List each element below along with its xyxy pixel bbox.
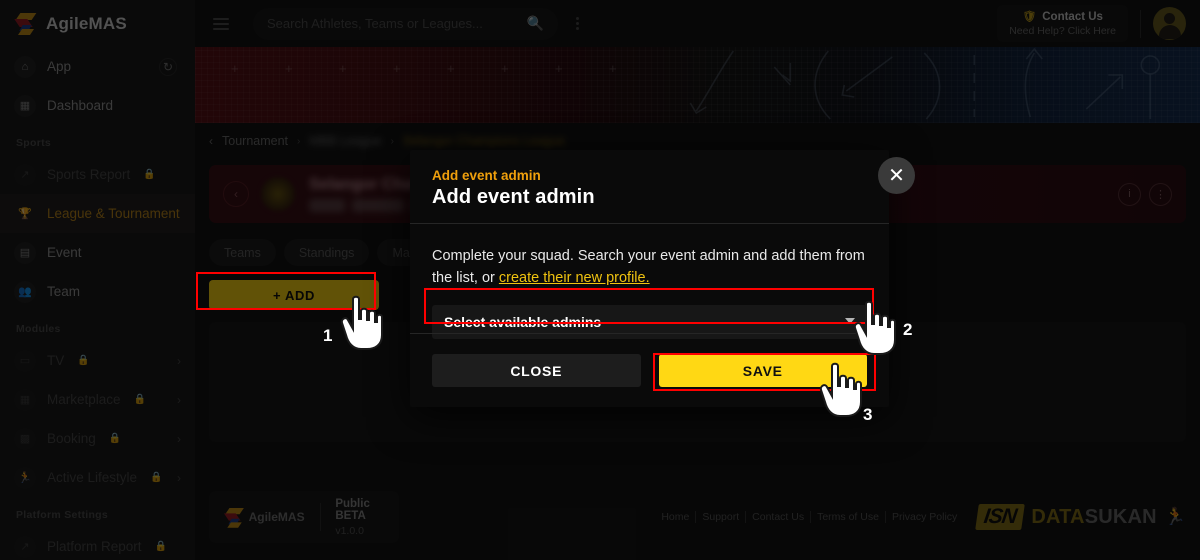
close-icon[interactable]: ✕ [878,157,915,194]
close-button[interactable]: CLOSE [432,354,641,387]
modal-kicker: Add event admin [432,168,541,183]
annotation-step-3: 3 [863,405,873,424]
create-new-profile-link[interactable]: create their new profile. [499,270,650,286]
cursor-pointer-1-icon [340,295,383,350]
cursor-pointer-3-icon [819,362,862,417]
modal-header: Add event admin Add event admin [410,150,889,224]
admin-select-value: Select available admins [444,313,602,330]
annotation-step-2: 2 [903,320,913,339]
cursor-pointer-2-icon [853,300,896,355]
modal-description: Complete your squad. Search your event a… [432,246,867,290]
modal-body: Complete your squad. Search your event a… [410,224,889,339]
annotation-step-1: 1 [323,326,333,345]
app-root: AgileMAS ⌂ App ↻ ▦ Dashboard Sports ↗ Sp… [0,0,1200,560]
modal-title: Add event admin [432,186,595,208]
